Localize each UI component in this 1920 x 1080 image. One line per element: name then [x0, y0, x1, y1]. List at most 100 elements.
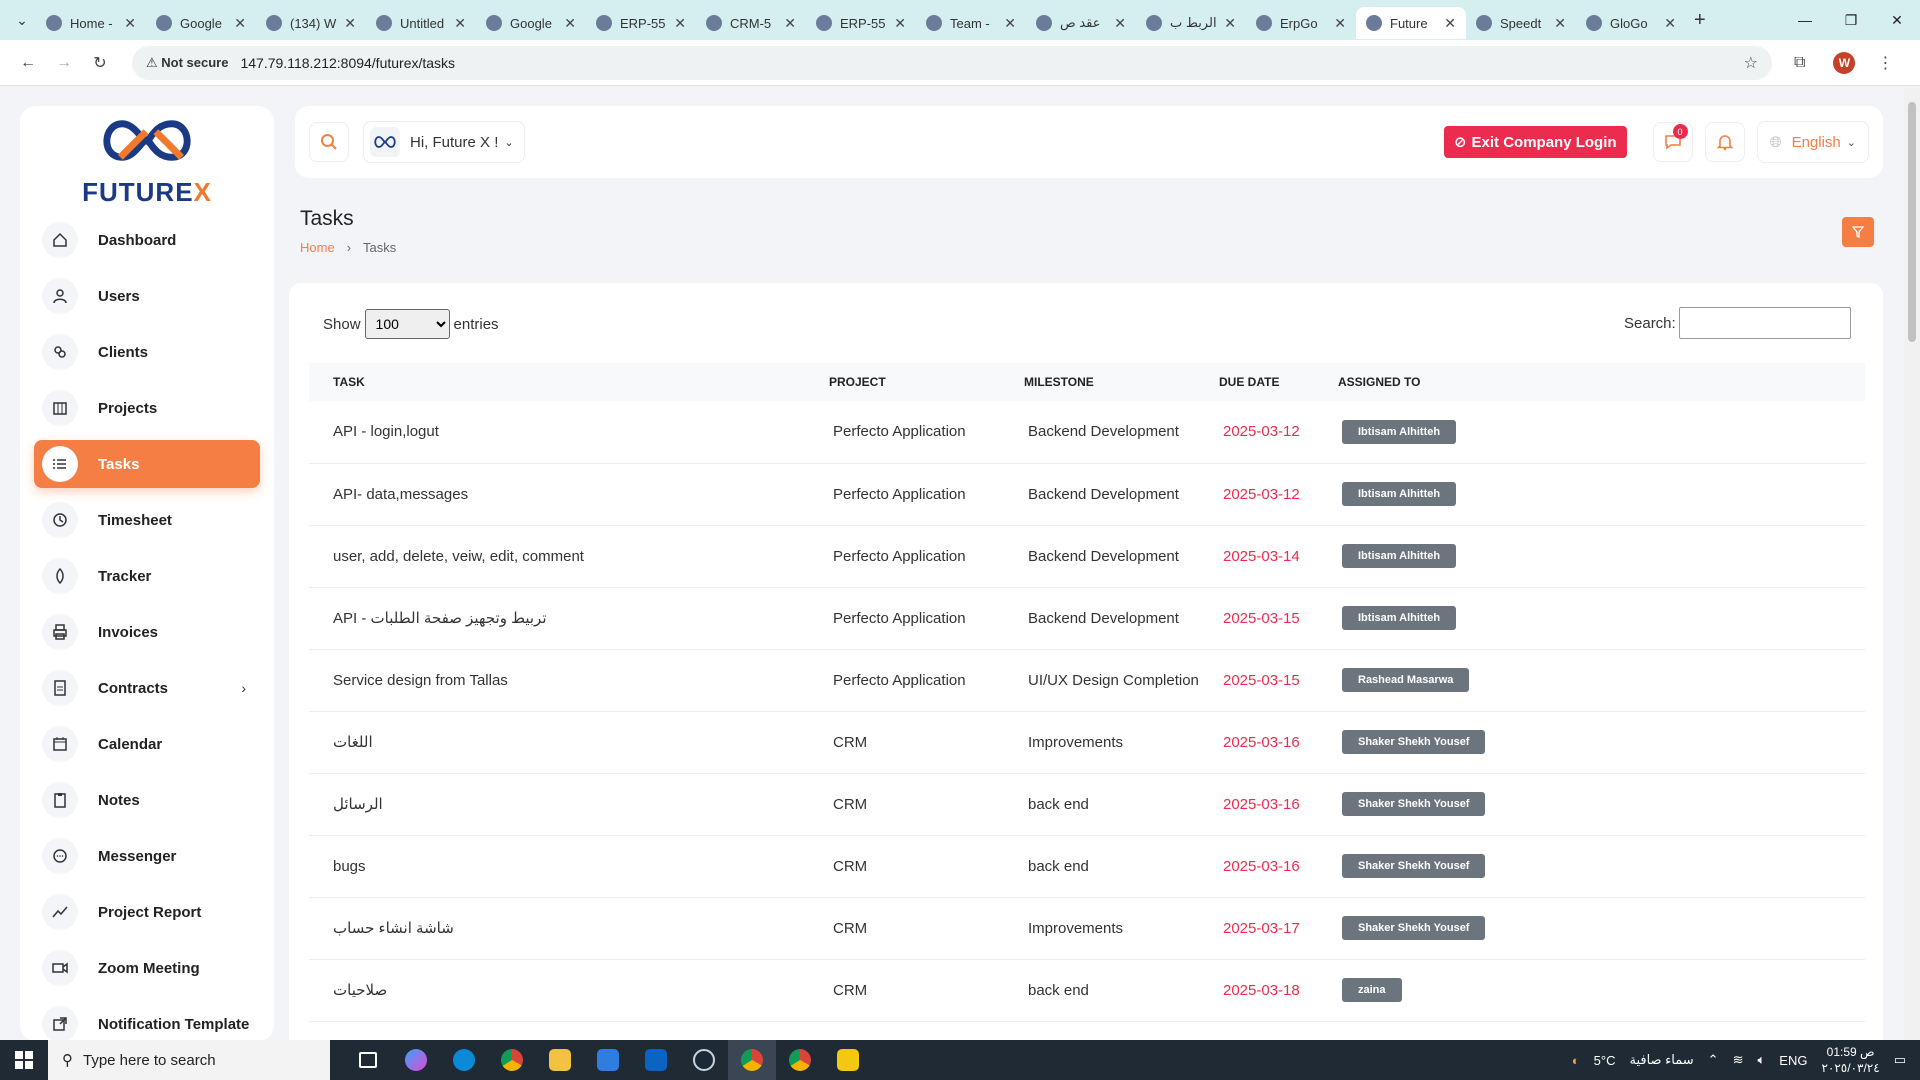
- brand-logo[interactable]: FUTUREX: [20, 106, 274, 208]
- sidebar-item-project-report[interactable]: Project Report: [34, 888, 260, 936]
- weather-temp[interactable]: 5°C: [1594, 1053, 1616, 1068]
- messages-button[interactable]: 0: [1652, 122, 1693, 162]
- task-name[interactable]: اللغات: [333, 733, 373, 751]
- sidebar-item-dashboard[interactable]: Dashboard: [34, 216, 260, 264]
- browser-tab[interactable]: ERP-55 ✕: [586, 7, 696, 39]
- column-header-milestone[interactable]: MILESTONE: [1024, 363, 1219, 401]
- chrome-icon[interactable]: [488, 1040, 536, 1080]
- browser-tab[interactable]: GloGo ✕: [1576, 7, 1686, 39]
- browser-tab[interactable]: (134) W ✕: [256, 7, 366, 39]
- tab-close-icon[interactable]: ✕: [1114, 15, 1126, 32]
- table-row[interactable]: bugs CRM back end 2025-03-16 Shaker Shekh Yo…: [309, 835, 1865, 898]
- column-header-due-date[interactable]: DUE DATE: [1219, 363, 1338, 401]
- sidebar-item-users[interactable]: Users: [34, 272, 260, 320]
- tab-close-icon[interactable]: ✕: [894, 15, 906, 32]
- sidebar-item-tracker[interactable]: Tracker: [34, 552, 260, 600]
- table-search-input[interactable]: [1678, 307, 1851, 339]
- windows-start-icon[interactable]: [0, 1040, 48, 1080]
- extensions-icon[interactable]: ⧉: [1794, 54, 1805, 72]
- tab-close-icon[interactable]: ✕: [1224, 15, 1236, 32]
- sidebar-item-notification-template[interactable]: Notification Template: [34, 1000, 260, 1041]
- tab-close-icon[interactable]: ✕: [344, 15, 356, 32]
- exit-company-login-button[interactable]: ⊘ Exit Company Login: [1443, 126, 1627, 158]
- search-button[interactable]: [309, 122, 349, 162]
- tab-close-icon[interactable]: ✕: [564, 15, 576, 32]
- restore-icon[interactable]: ❐: [1828, 0, 1874, 40]
- task-cell[interactable]: اللغات: [309, 711, 829, 774]
- tab-close-icon[interactable]: ✕: [234, 15, 246, 32]
- task-cell[interactable]: الرسائل: [309, 773, 829, 836]
- tab-close-icon[interactable]: ✕: [124, 15, 136, 32]
- tab-close-icon[interactable]: ✕: [1664, 15, 1676, 32]
- browser-tab[interactable]: ErpGo ✕: [1246, 7, 1356, 39]
- file-explorer-icon[interactable]: [536, 1040, 584, 1080]
- sidebar-item-clients[interactable]: Clients: [34, 328, 260, 376]
- table-row[interactable]: اللغات CRM Improvements 2025-03-16 Shaker Sh…: [309, 711, 1865, 774]
- tab-close-icon[interactable]: ✕: [674, 15, 686, 32]
- task-name[interactable]: user, add, delete, veiw, edit, comment: [333, 548, 584, 565]
- task-name[interactable]: Service design from Tallas: [333, 672, 508, 689]
- bookmark-star-icon[interactable]: ☆: [1744, 53, 1758, 73]
- taskbar-search[interactable]: ⚲ Type here to search: [48, 1040, 330, 1080]
- sidebar-item-timesheet[interactable]: Timesheet: [34, 496, 260, 544]
- browser-tab[interactable]: Future ✕: [1356, 7, 1466, 39]
- sidebar-item-tasks[interactable]: Tasks: [34, 440, 260, 488]
- task-cell[interactable]: شاشة انشاء حساب: [309, 897, 829, 960]
- table-row[interactable]: Service design from Tallas Perfecto Appli…: [309, 649, 1865, 712]
- user-menu[interactable]: Hi, Future X ! ⌄: [363, 121, 525, 163]
- entries-select[interactable]: 100: [364, 309, 450, 339]
- minimize-icon[interactable]: —: [1782, 0, 1828, 40]
- steam-icon[interactable]: [680, 1040, 728, 1080]
- back-icon[interactable]: ←: [12, 54, 44, 72]
- clock[interactable]: 01:59 ص ٢٠٢٥/٠٣/٢٤: [1821, 1044, 1879, 1076]
- tab-close-icon[interactable]: ✕: [1334, 15, 1346, 32]
- outlook-icon[interactable]: [632, 1040, 680, 1080]
- forward-icon[interactable]: →: [48, 54, 80, 72]
- close-window-icon[interactable]: ✕: [1874, 0, 1920, 40]
- task-name[interactable]: الرسائل: [333, 795, 383, 813]
- task-cell[interactable]: user, add, delete, veiw, edit, comment: [309, 525, 829, 588]
- browser-tab[interactable]: Speedt ✕: [1466, 7, 1576, 39]
- table-row[interactable]: API- data,messages Perfecto Application Ba…: [309, 463, 1865, 526]
- tab-close-icon[interactable]: ✕: [454, 15, 466, 32]
- notifications-button[interactable]: [1704, 122, 1745, 162]
- task-name[interactable]: bugs: [333, 858, 366, 875]
- table-row[interactable]: شاشة انشاء حساب CRM Improvements 2025-03-17…: [309, 897, 1865, 960]
- table-row[interactable]: صلاحيات CRM back end 2025-03-18 zaina: [309, 959, 1865, 1022]
- browser-tab[interactable]: Untitled ✕: [366, 7, 476, 39]
- task-name[interactable]: API - login,logut: [333, 423, 439, 440]
- filter-button[interactable]: [1842, 217, 1874, 247]
- page-scrollbar[interactable]: [1904, 88, 1920, 1040]
- table-row[interactable]: API - login,logut Perfecto Application Bac…: [309, 401, 1865, 464]
- tab-close-icon[interactable]: ✕: [784, 15, 796, 32]
- task-cell[interactable]: API- data,messages: [309, 463, 829, 526]
- task-name[interactable]: API - تربيط وتجهيز صفحة الطلبات: [333, 610, 547, 627]
- weather-icon[interactable]: ◐: [1572, 1053, 1580, 1068]
- task-view-icon[interactable]: [344, 1040, 392, 1080]
- task-cell[interactable]: API - login,logut: [309, 401, 829, 464]
- notification-center-icon[interactable]: ▭: [1894, 1052, 1906, 1068]
- browser-tab[interactable]: ERP-55 ✕: [806, 7, 916, 39]
- profile-avatar[interactable]: W: [1833, 51, 1856, 74]
- task-cell[interactable]: Service design from Tallas: [309, 649, 829, 712]
- task-cell[interactable]: API - تربيط وتجهيز صفحة الطلبات: [309, 587, 829, 650]
- browser-tab[interactable]: الربط ب ✕: [1136, 7, 1246, 39]
- sidebar-item-invoices[interactable]: Invoices: [34, 608, 260, 656]
- new-tab-icon[interactable]: +: [1694, 9, 1706, 32]
- wifi-icon[interactable]: ≋: [1733, 1052, 1744, 1068]
- tab-close-icon[interactable]: ✕: [1444, 15, 1456, 32]
- browser-menu-icon[interactable]: ⋮: [1877, 53, 1893, 73]
- tray-chevron-icon[interactable]: ⌃: [1708, 1052, 1719, 1068]
- column-header-project[interactable]: PROJECT: [829, 363, 1024, 401]
- breadcrumb-home-link[interactable]: Home: [300, 240, 335, 255]
- security-indicator[interactable]: ⚠ Not secure: [146, 55, 228, 71]
- tab-close-icon[interactable]: ✕: [1554, 15, 1566, 32]
- table-row[interactable]: user, add, delete, veiw, edit, comment Pe…: [309, 525, 1865, 588]
- browser-tab[interactable]: Google ✕: [476, 7, 586, 39]
- sidebar-item-projects[interactable]: Projects: [34, 384, 260, 432]
- task-cell[interactable]: صلاحيات: [309, 959, 829, 1022]
- sidebar-item-notes[interactable]: Notes: [34, 776, 260, 824]
- weather-desc[interactable]: سماء صافية: [1629, 1052, 1693, 1068]
- chrome-icon-2[interactable]: [776, 1040, 824, 1080]
- browser-tab[interactable]: Home - ✕: [36, 7, 146, 39]
